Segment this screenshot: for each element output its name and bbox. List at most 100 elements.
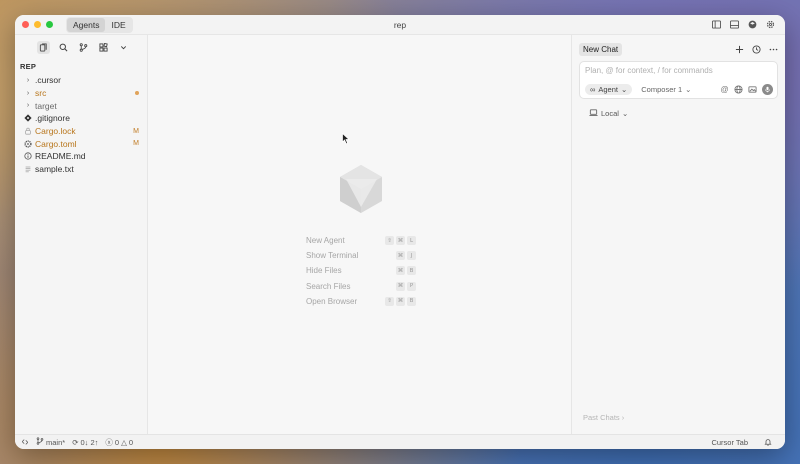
- shortcut-key: ⌘: [396, 296, 405, 306]
- tree-item-label: README.md: [35, 151, 86, 162]
- error-icon: ⓧ: [105, 437, 113, 447]
- text-file-icon: [23, 165, 33, 173]
- main-area: REP › .cursor › src › target .gitignore …: [15, 35, 785, 434]
- source-control-icon[interactable]: [77, 41, 90, 54]
- search-icon[interactable]: [57, 41, 70, 54]
- tree-item-label: .cursor: [35, 75, 61, 86]
- toggle-sidebar-icon[interactable]: [712, 20, 721, 29]
- image-icon[interactable]: [748, 85, 757, 94]
- title-bar: Agents IDE rep: [15, 15, 785, 35]
- app-window: Agents IDE rep REP › .cursor › src › tar…: [15, 15, 785, 449]
- cursor-tab-status[interactable]: Cursor Tab: [711, 438, 748, 447]
- editor-empty-state: New Agent ⇧ ⌘ L Show Terminal ⌘ J Hide F: [148, 35, 571, 434]
- shortcut-keys: ⇧ ⌘ B: [385, 296, 416, 306]
- chevron-down-icon: ⌄: [621, 109, 629, 118]
- extensions-icon[interactable]: [97, 41, 110, 54]
- branch-icon: [36, 437, 44, 447]
- mode-ide-tab[interactable]: IDE: [105, 18, 131, 32]
- warning-icon: △: [121, 437, 127, 447]
- shortcut-label: New Agent: [306, 236, 345, 246]
- mode-agents-tab[interactable]: Agents: [67, 17, 106, 32]
- environment-label: Local: [601, 109, 619, 118]
- tree-item-cargo-lock[interactable]: Cargo.lock M: [15, 125, 147, 138]
- shortcut-label: Hide Files: [306, 266, 342, 276]
- chevron-right-icon: ›: [26, 102, 30, 110]
- zoom-window-button[interactable]: [46, 21, 53, 28]
- chevron-right-icon: ›: [26, 76, 30, 84]
- past-chats-link[interactable]: Past Chats ›: [583, 413, 624, 422]
- mouse-pointer-icon: [342, 133, 350, 145]
- model-dropdown[interactable]: Composer 1 ⌄: [641, 85, 691, 94]
- open-browser-shortcut[interactable]: Open Browser ⇧ ⌘ B: [306, 294, 416, 309]
- file-explorer-sidebar: REP › .cursor › src › target .gitignore …: [15, 35, 148, 434]
- shortcut-key: ⌘: [396, 236, 405, 246]
- shortcut-key: ⌘: [396, 266, 405, 276]
- shortcut-key: L: [407, 236, 416, 246]
- settings-gear-icon[interactable]: [766, 20, 775, 29]
- traffic-lights: [22, 21, 53, 28]
- tree-item-cargo-toml[interactable]: Cargo.toml M: [15, 137, 147, 150]
- shortcut-key: J: [407, 251, 416, 261]
- environment-dropdown[interactable]: Local ⌄: [589, 108, 628, 119]
- shortcut-key: ⌘: [396, 251, 405, 261]
- sync-status[interactable]: ⟳ 0↓ 2↑: [72, 438, 98, 447]
- laptop-icon: [589, 108, 598, 119]
- workspace-root-label[interactable]: REP: [20, 62, 147, 71]
- at-mention-icon[interactable]: @: [720, 85, 729, 94]
- tree-item-sample-txt[interactable]: sample.txt: [15, 163, 147, 176]
- shortcut-keys: ⌘ J: [396, 251, 416, 261]
- shortcut-keys: ⌘ P: [396, 281, 416, 291]
- status-bar-right: Cursor Tab: [711, 438, 779, 447]
- remote-indicator-icon[interactable]: [21, 438, 29, 446]
- tree-item-src-folder[interactable]: › src: [15, 87, 147, 100]
- search-files-shortcut[interactable]: Search Files ⌘ P: [306, 279, 416, 294]
- agent-mode-dropdown[interactable]: ∞ Agent ⌄: [585, 84, 633, 95]
- chat-header-actions: [735, 44, 778, 54]
- files-icon[interactable]: [37, 40, 50, 54]
- plus-icon[interactable]: [735, 45, 744, 54]
- tree-item-readme[interactable]: README.md: [15, 150, 147, 163]
- gear-file-icon: [23, 140, 33, 148]
- more-options-icon[interactable]: [769, 45, 778, 54]
- new-agent-shortcut[interactable]: New Agent ⇧ ⌘ L: [306, 233, 416, 248]
- problems-status[interactable]: ⓧ 0 △ 0: [105, 437, 133, 448]
- tree-item-label: sample.txt: [35, 164, 74, 175]
- lock-file-icon: [23, 127, 33, 135]
- tree-item-label: src: [35, 88, 47, 99]
- toggle-panel-icon[interactable]: [730, 20, 739, 29]
- branch-name: main*: [46, 437, 66, 447]
- tree-item-cursor-folder[interactable]: › .cursor: [15, 74, 147, 87]
- close-window-button[interactable]: [22, 21, 29, 28]
- shortcut-key: ⇧: [385, 236, 394, 246]
- show-terminal-shortcut[interactable]: Show Terminal ⌘ J: [306, 248, 416, 263]
- minimize-window-button[interactable]: [34, 21, 41, 28]
- chevron-down-icon: ⌄: [685, 85, 692, 94]
- cursor-logo-icon: [340, 165, 382, 213]
- sidebar-toolbar: [15, 37, 147, 57]
- composer-actions: @: [720, 84, 773, 95]
- git-status-badge: M: [133, 127, 139, 135]
- chat-input[interactable]: [585, 66, 775, 75]
- chevron-down-icon: ⌄: [620, 85, 628, 94]
- infinity-icon: ∞: [590, 85, 596, 94]
- mode-switcher: Agents IDE: [66, 16, 133, 33]
- history-clock-icon[interactable]: [752, 44, 761, 54]
- hide-files-shortcut[interactable]: Hide Files ⌘ B: [306, 263, 416, 278]
- git-branch-status[interactable]: main*: [36, 437, 65, 447]
- shortcut-key: P: [407, 281, 416, 291]
- globe-icon[interactable]: [734, 85, 743, 94]
- git-status-badge: M: [133, 140, 139, 148]
- cube-icon[interactable]: [748, 20, 757, 29]
- chevron-down-icon[interactable]: [117, 41, 130, 54]
- agent-mode-label: Agent: [598, 85, 618, 94]
- modified-dot-icon: [135, 91, 139, 96]
- file-tree: › .cursor › src › target .gitignore Carg…: [15, 74, 147, 176]
- chat-tab-new-chat[interactable]: New Chat: [579, 42, 623, 56]
- warning-count: 0: [128, 437, 134, 447]
- sync-counts: 0↓ 2↑: [80, 437, 99, 447]
- bell-icon[interactable]: [764, 438, 772, 446]
- microphone-icon[interactable]: [762, 84, 773, 95]
- tree-item-gitignore[interactable]: .gitignore: [15, 112, 147, 125]
- tree-item-target-folder[interactable]: › target: [15, 99, 147, 112]
- chevron-right-icon: ›: [621, 413, 625, 422]
